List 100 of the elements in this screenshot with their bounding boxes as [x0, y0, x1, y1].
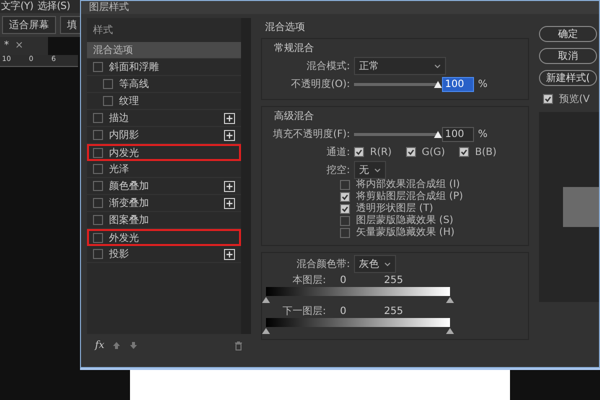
panel-heading: 样式: [92, 24, 114, 38]
style-label: 外发光: [109, 232, 140, 244]
style-label: 投影: [109, 248, 130, 261]
checkbox-label: 将剪贴图层混合成组 (P): [356, 191, 464, 202]
trash-icon[interactable]: [234, 340, 243, 350]
style-item[interactable]: 投影: [87, 246, 241, 263]
style-item[interactable]: 描边: [87, 110, 241, 127]
up-arrow-icon[interactable]: [112, 341, 122, 350]
style-label: 光泽: [109, 162, 130, 176]
checkbox-label: 矢量蒙版隐藏效果 (H): [356, 227, 455, 239]
plus-icon[interactable]: [224, 112, 235, 124]
style-label: 内阴影: [109, 128, 140, 142]
field-label: 混合模式:: [306, 60, 350, 73]
checkbox-label: 预览(V: [559, 93, 590, 106]
style-label: 纹理: [119, 95, 140, 108]
style-item[interactable]: 外发光: [87, 229, 241, 246]
checkbox[interactable]: [340, 180, 350, 190]
caret-icon: [384, 262, 391, 266]
checkbox[interactable]: [543, 94, 553, 104]
style-label: 描边: [109, 112, 130, 125]
plus-icon[interactable]: [224, 180, 235, 192]
checkbox[interactable]: [459, 147, 470, 157]
field-label: 通道:: [326, 146, 350, 159]
checkbox[interactable]: [93, 181, 103, 191]
range-value: 0: [339, 306, 348, 316]
checkbox[interactable]: [340, 216, 350, 226]
checkbox[interactable]: [93, 148, 103, 158]
style-item[interactable]: 混合选项: [87, 42, 241, 59]
field-label: 混合颜色带:: [296, 258, 350, 271]
caret-icon: [374, 168, 381, 172]
style-item[interactable]: 光泽: [87, 161, 241, 178]
style-item[interactable]: 斜面和浮雕: [87, 59, 241, 76]
unit-label: %: [478, 128, 488, 140]
style-item[interactable]: 渐变叠加: [87, 195, 241, 212]
checkbox[interactable]: [340, 204, 350, 214]
style-item[interactable]: 图案叠加: [87, 212, 241, 229]
number-input[interactable]: 100: [442, 126, 474, 142]
checkbox[interactable]: [93, 164, 103, 174]
window-title: 图层样式: [81, 1, 599, 14]
checkbox-label: B(B): [475, 146, 497, 158]
blend-if-dropdown[interactable]: 灰色: [354, 255, 396, 273]
slider-handle[interactable]: [262, 328, 270, 334]
number-input[interactable]: 100: [442, 76, 474, 92]
style-item[interactable]: 颜色叠加: [87, 178, 241, 195]
down-arrow-icon[interactable]: [129, 341, 138, 350]
checkbox[interactable]: [354, 147, 364, 157]
checkbox[interactable]: [103, 96, 113, 106]
style-item[interactable]: 内阴影: [87, 127, 241, 144]
slider-handle[interactable]: [446, 328, 454, 334]
checkbox-label: G(G): [422, 146, 446, 158]
style-label: 等高线: [119, 78, 150, 91]
dialog-button[interactable]: 确定: [539, 26, 597, 42]
checkbox-label: R(R): [370, 146, 392, 158]
style-label: 颜色叠加: [109, 180, 150, 193]
plus-icon[interactable]: [224, 248, 235, 260]
checkbox-label: 透明形状图层 (T): [356, 203, 434, 214]
group-title: 常规混合: [273, 42, 315, 55]
blend-mode-dropdown[interactable]: 正常: [354, 57, 446, 75]
checkbox[interactable]: [406, 147, 416, 157]
field-label: 下一图层:: [282, 305, 326, 318]
range-value: 255: [384, 274, 404, 286]
checkbox[interactable]: [93, 130, 103, 140]
toolbar-button[interactable]: 适合屏幕: [2, 16, 56, 34]
range-value: 255: [384, 306, 404, 316]
field-label: 本图层:: [292, 274, 326, 287]
style-item[interactable]: 纹理: [87, 93, 241, 110]
menu-item[interactable]: 文字(Y): [1, 0, 34, 13]
style-item[interactable]: 内发光: [87, 144, 241, 161]
document-tab[interactable]: * ×: [0, 37, 48, 55]
checkbox[interactable]: [93, 198, 103, 208]
unit-label: %: [478, 78, 488, 90]
checkbox-label: 将内部效果混合成组 (I): [356, 179, 460, 190]
style-label: 内发光: [109, 146, 140, 160]
caret-icon: [434, 64, 441, 68]
dialog-button[interactable]: 取消: [539, 48, 597, 64]
checkbox[interactable]: [93, 62, 103, 72]
checkbox[interactable]: [93, 249, 103, 259]
field-label: 挖空:: [326, 164, 350, 177]
slider-handle[interactable]: [262, 297, 270, 303]
section-title: 混合选项: [264, 20, 306, 35]
checkbox[interactable]: [103, 79, 113, 89]
dialog-button[interactable]: 新建样式(: [539, 70, 597, 86]
style-label: 渐变叠加: [109, 196, 150, 210]
plus-icon[interactable]: [224, 130, 235, 140]
fx-icon[interactable]: fx: [95, 340, 104, 351]
checkbox[interactable]: [93, 232, 103, 242]
plus-icon[interactable]: [224, 198, 235, 208]
style-label: 斜面和浮雕: [109, 60, 160, 74]
knockout-dropdown[interactable]: 无: [354, 161, 386, 179]
slider-handle[interactable]: [446, 297, 454, 303]
checkbox[interactable]: [340, 228, 350, 238]
checkbox-label: 图层蒙版隐藏效果 (S): [356, 215, 454, 226]
menu-item[interactable]: 选择(S): [37, 0, 70, 13]
checkbox[interactable]: [93, 113, 103, 123]
checkbox[interactable]: [340, 192, 350, 202]
style-item[interactable]: 等高线: [87, 76, 241, 93]
range-value: 0: [339, 274, 348, 286]
group-title: 高级混合: [273, 110, 315, 123]
style-label: 混合选项: [93, 44, 134, 57]
checkbox[interactable]: [93, 215, 103, 225]
